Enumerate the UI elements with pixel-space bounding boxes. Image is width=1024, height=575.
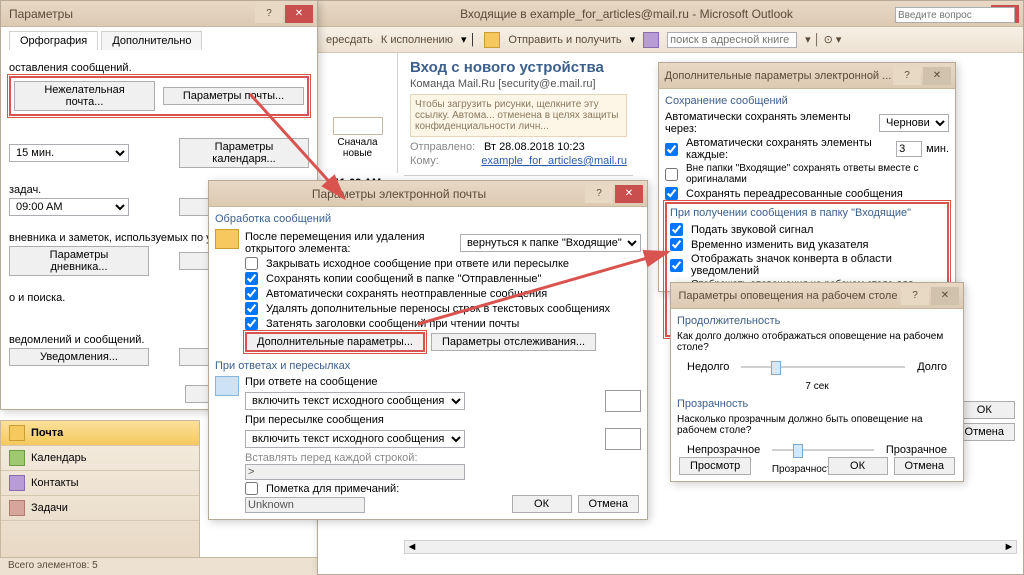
notifications-button[interactable]: Уведомления... (9, 348, 149, 366)
tracking-params-button[interactable]: Параметры отслеживания... (431, 333, 596, 351)
prefix-label: Вставлять перед каждой строкой: (245, 452, 641, 464)
params-close-button[interactable]: ✕ (285, 5, 313, 23)
task-time-select[interactable]: 09:00 AM (9, 198, 129, 216)
to-value: example_for_articles@mail.ru (481, 155, 627, 167)
on-forward-label: При пересылке сообщения (245, 414, 641, 426)
reply-include-select[interactable]: включить текст исходного сообщения (245, 392, 465, 410)
autosave-folder-select[interactable]: Черновики (879, 114, 949, 132)
app-title: Входящие в example_for_articles@mail.ru … (322, 7, 931, 21)
forward-preview-icon (605, 428, 641, 450)
junk-mail-button[interactable]: Нежелательная почта... (14, 81, 155, 111)
transparency-question: Насколько прозрачным должно быть оповеще… (677, 414, 957, 436)
duration-slider[interactable] (741, 357, 905, 377)
prefix-input (245, 464, 465, 480)
desktopalert-close-button[interactable]: ✕ (931, 287, 959, 305)
search-box[interactable] (333, 117, 383, 135)
nav-contacts[interactable]: Контакты (1, 471, 199, 496)
markup-input (245, 497, 365, 513)
toolbar-followup[interactable]: К исполнению (381, 34, 453, 46)
forward-include-select[interactable]: включить текст исходного сообщения (245, 430, 465, 448)
mailparams-title: Параметры электронной почты (213, 187, 585, 201)
duration-short-label: Недолго (687, 361, 729, 373)
help-search[interactable] (895, 7, 1015, 23)
autosave-min-input[interactable] (896, 141, 922, 157)
horizontal-scrollbar[interactable]: ◄ ► (404, 540, 1017, 554)
addressbook-icon[interactable] (643, 32, 659, 48)
aftermove-select[interactable]: вернуться к папке "Входящие" (460, 234, 641, 252)
message-from: Команда Mail.Ru [security@e.mail.ru] (410, 78, 627, 90)
transparent-label: Прозрачное (886, 444, 947, 456)
replies-header: При ответах и пересылках (215, 360, 641, 372)
toolbar-reply[interactable]: ересдать (326, 34, 373, 46)
toolbar-sendreceive[interactable]: Отправить и получить (508, 34, 621, 46)
reply-preview-icon (605, 390, 641, 412)
aftermove-label: После перемещения или удаления открытого… (245, 231, 456, 255)
autosave-checkbox[interactable] (245, 287, 258, 300)
calendar-params-button[interactable]: Параметры календаря... (179, 138, 309, 168)
duration-long-label: Долго (917, 361, 947, 373)
advparams-close-button[interactable]: ✕ (923, 67, 951, 85)
nav-tasks[interactable]: Задачи (1, 496, 199, 521)
reply-icon (215, 376, 239, 396)
autosave-interval-select[interactable]: 15 мин. (9, 144, 129, 162)
cursor-checkbox[interactable] (670, 238, 683, 251)
advparams-title: Дополнительные параметры электронной ... (663, 70, 893, 82)
message-infobar[interactable]: Чтобы загрузить рисунки, щелкните эту сс… (410, 94, 627, 137)
tab-advanced[interactable]: Дополнительно (101, 31, 202, 50)
message-title: Вход с нового устройства (410, 59, 627, 76)
transparency-header: Прозрачность (677, 398, 957, 410)
duration-header: Продолжительность (677, 315, 957, 327)
mailparams-ok-button[interactable]: ОК (512, 495, 572, 513)
contacts-icon (9, 475, 25, 491)
diary-params-button[interactable]: Параметры дневника... (9, 246, 149, 276)
shade-headers-checkbox[interactable] (245, 317, 258, 330)
mail-icon (9, 425, 25, 441)
markup-checkbox[interactable] (245, 482, 258, 495)
save-sent-checkbox[interactable] (245, 272, 258, 285)
duration-question: Как долго должно отображаться оповещение… (677, 331, 957, 353)
desktopalert-ok-button[interactable]: ОК (828, 457, 888, 475)
handling-header: Обработка сообщений (215, 213, 641, 225)
sent-value: Вт 28.08.2018 10:23 (484, 141, 585, 153)
envelope-checkbox[interactable] (670, 259, 683, 272)
close-orig-checkbox[interactable] (245, 257, 258, 270)
save-header: Сохранение сообщений (665, 95, 949, 107)
out-inbox-checkbox[interactable] (665, 168, 678, 181)
mailparams-cancel-button[interactable]: Отмена (578, 495, 639, 513)
additional-params-button[interactable]: Дополнительные параметры... (245, 332, 425, 352)
calendar-icon (9, 450, 25, 466)
desktopalert-cancel-button[interactable]: Отмена (894, 457, 955, 475)
nav-mail[interactable]: Почта (1, 421, 199, 446)
desktopalert-title: Параметры оповещения на рабочем столе (675, 290, 901, 302)
nav-calendar[interactable]: Календарь (1, 446, 199, 471)
mail-params-button[interactable]: Параметры почты... (163, 87, 304, 105)
on-reply-label: При ответе на сообщение (245, 376, 641, 388)
mailparams-close-button[interactable]: ✕ (615, 185, 643, 203)
tab-spelling[interactable]: Орфография (9, 31, 98, 50)
save-fwd-checkbox[interactable] (665, 187, 678, 200)
sendreceive-icon (484, 32, 500, 48)
sound-checkbox[interactable] (670, 223, 683, 236)
remove-breaks-checkbox[interactable] (245, 302, 258, 315)
desktopalert-help-button[interactable]: ? (901, 287, 929, 305)
inbox-header: При получении сообщения в папку "Входящи… (670, 207, 944, 219)
params-help-button[interactable]: ? (255, 5, 283, 23)
advparams-help-button[interactable]: ? (893, 67, 921, 85)
preview-button[interactable]: Просмотр (679, 457, 751, 475)
opaque-label: Непрозрачное (687, 444, 760, 456)
tasks-icon (9, 500, 25, 516)
params-title: Параметры (5, 7, 255, 21)
duration-value: 7 сек (677, 381, 957, 392)
mailparams-help-button[interactable]: ? (585, 185, 613, 203)
sort-newest[interactable]: Сначала новые (322, 137, 393, 159)
addressbook-search[interactable] (667, 32, 797, 48)
sent-label: Отправлено: (410, 141, 480, 153)
msg-section-label: оставления сообщений. (9, 62, 309, 74)
autosave-min-checkbox[interactable] (665, 143, 678, 156)
mail-handling-icon (215, 229, 239, 249)
to-label: Кому: (410, 155, 477, 167)
